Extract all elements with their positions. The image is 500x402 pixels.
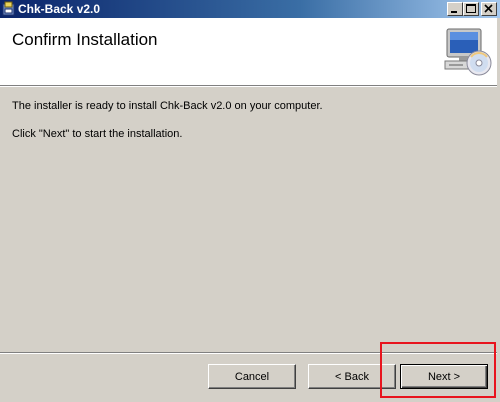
close-icon (484, 4, 493, 13)
cancel-button[interactable]: Cancel (208, 364, 296, 389)
back-button[interactable]: < Back (308, 364, 396, 389)
installer-window: Chk-Back v2.0 Confirm Installation The i… (0, 0, 500, 402)
minimize-icon (451, 11, 457, 13)
ready-message: The installer is ready to install Chk-Ba… (12, 100, 323, 112)
computer-cd-icon (441, 27, 493, 77)
page-title: Confirm Installation (12, 30, 158, 49)
footer-divider-highlight (0, 353, 500, 354)
minimize-button[interactable] (447, 2, 463, 16)
maximize-button[interactable] (463, 2, 479, 16)
header-banner: Confirm Installation (0, 18, 500, 85)
next-button[interactable]: Next > (400, 364, 488, 389)
title-bar[interactable]: Chk-Back v2.0 (0, 0, 500, 18)
installer-app-icon (2, 1, 16, 16)
instruction-message: Click "Next" to start the installation. (12, 128, 183, 140)
close-button[interactable] (481, 2, 497, 16)
maximize-icon (466, 4, 476, 13)
header-divider-highlight (0, 86, 500, 87)
window-title: Chk-Back v2.0 (18, 2, 101, 16)
